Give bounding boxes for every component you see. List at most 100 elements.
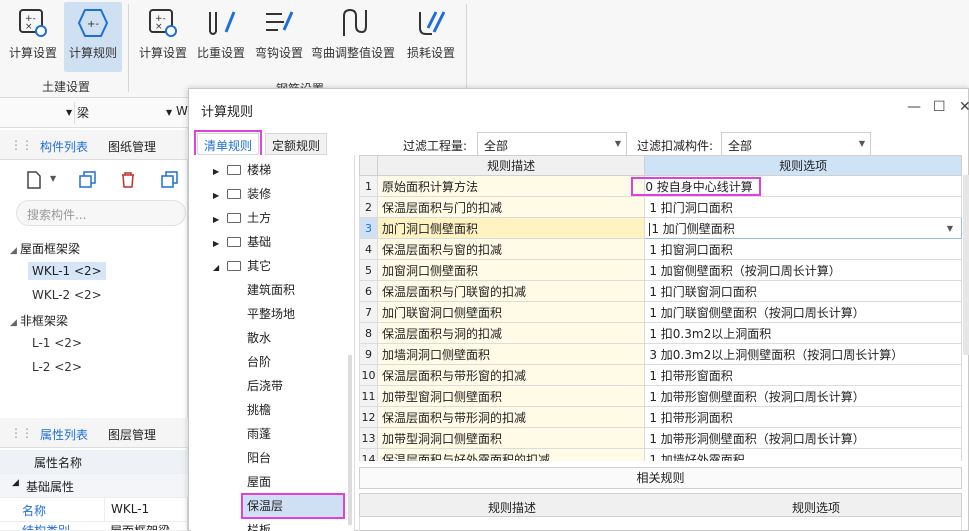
rule-option-cell[interactable]: 1 扣窗洞口面积 <box>644 238 962 260</box>
rule-option-cell[interactable]: 1 扣带形洞面积 <box>644 406 962 428</box>
rule-desc-cell: 加带型洞洞口侧壁面积 <box>376 427 646 449</box>
table-row[interactable]: 14 保温层面积与好外露面积的扣减 1 加墙好外露面积 <box>359 448 962 461</box>
tree-node-stairs[interactable]: ▶ 楼梯 <box>213 159 271 181</box>
caret-right-icon[interactable]: ▶ <box>213 167 219 176</box>
tree-leaf-steps[interactable]: 台阶 <box>247 351 271 373</box>
prop-next-value[interactable]: 屋面框架梁 <box>110 522 170 530</box>
chevron-down-icon[interactable]: ▼ <box>50 174 56 183</box>
tree-leaf-balcony[interactable]: 阳台 <box>247 447 271 469</box>
tree-leaf-site-leveling[interactable]: 平整场地 <box>247 303 295 325</box>
new-file-icon[interactable] <box>24 170 44 190</box>
table-row[interactable]: 4 保温层面积与窗的扣减 1 扣窗洞口面积 <box>359 238 962 260</box>
rule-option-cell[interactable]: 0 按自身中心线计算 <box>631 175 962 197</box>
civil-calc-settings-button[interactable]: +- × 计算设置 <box>4 2 62 72</box>
table-row[interactable]: 6 保温层面积与门联窗的扣减 1 扣门联窗洞口面积 <box>359 280 962 302</box>
drag-handle-icon[interactable]: ⋮⋮ <box>10 138 33 152</box>
tree-node-other[interactable]: ◢ 其它 <box>213 255 271 277</box>
rule-option-cell[interactable]: 1 扣带形窗面积 <box>644 364 962 386</box>
drag-handle-icon[interactable]: ⋮⋮ <box>10 426 33 440</box>
table-row[interactable]: 12 保温层面积与带形洞的扣减 1 扣带形洞面积 <box>359 406 962 428</box>
table-row[interactable]: 2 保温层面积与门的扣减 1 扣门洞口面积 <box>359 196 962 218</box>
maximize-icon[interactable]: ☐ <box>933 99 946 115</box>
chevron-down-icon[interactable]: ▼ <box>947 224 953 233</box>
tree-group-non-frame-beam[interactable]: ◢ 非框架梁 <box>10 312 68 329</box>
caret-down-icon[interactable]: ◢ <box>213 263 219 272</box>
chevron-down-icon: ▼ <box>614 139 621 148</box>
filter-qty-select[interactable]: 全部 ▼ <box>477 132 627 156</box>
close-icon[interactable]: ✕ <box>959 99 969 115</box>
rule-option-cell[interactable]: 1 扣门联窗洞口面积 <box>644 280 962 302</box>
grid-scrollbar[interactable] <box>963 175 969 355</box>
tree-item-wkl-1[interactable]: WKL-1 <2> <box>28 262 106 280</box>
tree-item-l-1[interactable]: L-1 <2> <box>32 336 82 350</box>
tree-leaf-parapet[interactable]: 栏板 <box>247 519 271 531</box>
table-row[interactable]: 1 原始面积计算方法 0 按自身中心线计算 <box>359 175 962 197</box>
rule-option-cell[interactable]: 1 加带形窗侧壁面积（按洞口周长计算） <box>644 385 962 407</box>
tree-leaf-apron[interactable]: 散水 <box>247 327 271 349</box>
rule-option-select[interactable]: 1 加门侧壁面积 ▼ <box>644 217 962 239</box>
table-row[interactable]: 9 加墙洞洞口侧壁面积 3 加0.3m2以上洞侧壁面积（按洞口周长计算） <box>359 343 962 365</box>
tree-scrollbar[interactable] <box>348 355 352 525</box>
rule-option-cell[interactable]: 1 加窗侧壁面积（按洞口周长计算） <box>644 259 962 281</box>
table-row[interactable]: 7 加门联窗洞口侧壁面积 1 加门联窗侧壁面积（按洞口周长计算） <box>359 301 962 323</box>
tab-property-list[interactable]: 属性列表 <box>40 426 88 443</box>
tree-leaf-post-pour-strip[interactable]: 后浇带 <box>247 375 283 397</box>
component-search-input[interactable]: 搜索构件... <box>16 200 186 226</box>
tree-leaf-eaves[interactable]: 挑檐 <box>247 399 271 421</box>
tree-node-foundation[interactable]: ▶ 基础 <box>213 231 271 253</box>
rule-option-cell[interactable]: 1 扣0.3m2以上洞面积 <box>644 322 962 344</box>
rule-option-cell[interactable]: 1 加墙好外露面积 <box>644 448 962 461</box>
tree-node-decoration[interactable]: ▶ 装修 <box>213 183 271 205</box>
filter-deduct-select[interactable]: 全部 ▼ <box>721 132 871 156</box>
tree-group-roof-frame-beam[interactable]: ◢ 屋面框架梁 <box>10 240 80 257</box>
hook-settings-button[interactable]: 弯钩设置 <box>250 2 308 72</box>
tab-component-list[interactable]: 构件列表 <box>40 138 88 155</box>
table-row[interactable]: 11 加带型窗洞口侧壁面积 1 加带形窗侧壁面积（按洞口周长计算） <box>359 385 962 407</box>
caret-down-icon[interactable]: ◢ <box>12 478 19 488</box>
chevron-down-icon[interactable]: ▼ <box>66 108 72 117</box>
rule-option-cell[interactable]: 1 扣门洞口面积 <box>644 196 962 218</box>
caret-down-icon[interactable]: ◢ <box>10 318 20 328</box>
prop-name-value[interactable]: WKL-1 <box>104 498 188 521</box>
copy-layer-icon[interactable] <box>160 170 180 190</box>
tree-item-wkl-2[interactable]: WKL-2 <2> <box>32 288 102 302</box>
table-row[interactable]: 5 加窗洞口侧壁面积 1 加窗侧壁面积（按洞口周长计算） <box>359 259 962 281</box>
civil-calc-rules-button[interactable]: +- 计算规则 <box>64 2 122 72</box>
tab-layer-manage[interactable]: 图层管理 <box>108 426 156 443</box>
tree-node-earthwork[interactable]: ▶ 土方 <box>213 207 271 229</box>
rebar-calc-settings-button[interactable]: +- × 计算设置 <box>134 2 192 72</box>
component-next-select[interactable]: W <box>176 104 188 118</box>
tree-leaf-insulation[interactable]: 保温层 <box>241 493 345 519</box>
rule-option-cell[interactable]: 3 加0.3m2以上洞侧壁面积（按洞口周长计算） <box>644 343 962 365</box>
minimize-icon[interactable]: — <box>907 99 921 115</box>
table-row[interactable]: 3 加门洞口侧壁面积 1 加门侧壁面积 ▼ <box>359 217 962 239</box>
density-settings-button[interactable]: 比重设置 <box>192 2 250 72</box>
caret-right-icon[interactable]: ▶ <box>213 215 219 224</box>
tree-leaf-building-area[interactable]: 建筑面积 <box>247 279 295 301</box>
tab-dinge-rules[interactable]: 定额规则 <box>265 133 328 155</box>
loss-settings-button[interactable]: 损耗设置 <box>402 2 460 72</box>
table-row[interactable]: 8 保温层面积与洞的扣减 1 扣0.3m2以上洞面积 <box>359 322 962 344</box>
delete-icon[interactable] <box>118 170 138 190</box>
rule-option-cell[interactable]: 1 加门联窗侧壁面积（按洞口周长计算） <box>644 301 962 323</box>
rule-desc-cell: 加窗洞口侧壁面积 <box>376 259 646 281</box>
caret-right-icon[interactable]: ▶ <box>213 239 219 248</box>
component-type-select[interactable]: 梁 <box>74 102 164 124</box>
bend-adjust-button[interactable]: 弯曲调整值设置 <box>306 2 400 72</box>
chevron-down-icon[interactable]: ▼ <box>166 108 172 117</box>
table-row[interactable]: 13 加带型洞洞口侧壁面积 1 加带形洞侧壁面积（按洞口周长计算） <box>359 427 962 449</box>
copy-icon[interactable] <box>78 170 98 190</box>
caret-right-icon[interactable]: ▶ <box>213 191 219 200</box>
caret-down-icon[interactable]: ◢ <box>10 246 20 256</box>
tab-drawing-manage[interactable]: 图纸管理 <box>108 138 156 155</box>
group-divider <box>128 4 129 92</box>
tree-item-l-2[interactable]: L-2 <2> <box>32 360 82 374</box>
rule-option-cell[interactable]: 1 加带形洞侧壁面积（按洞口周长计算） <box>644 427 962 449</box>
related-rules-body <box>359 517 962 531</box>
tree-leaf-roof[interactable]: 屋面 <box>247 471 271 493</box>
row-number: 5 <box>359 259 378 281</box>
property-section-row[interactable]: ◢ 基础属性 <box>0 474 188 498</box>
tree-leaf-canopy[interactable]: 雨蓬 <box>247 423 271 445</box>
tab-qingdan-rules[interactable]: 清单规则 <box>193 130 263 158</box>
table-row[interactable]: 10 保温层面积与带形窗的扣减 1 扣带形窗面积 <box>359 364 962 386</box>
